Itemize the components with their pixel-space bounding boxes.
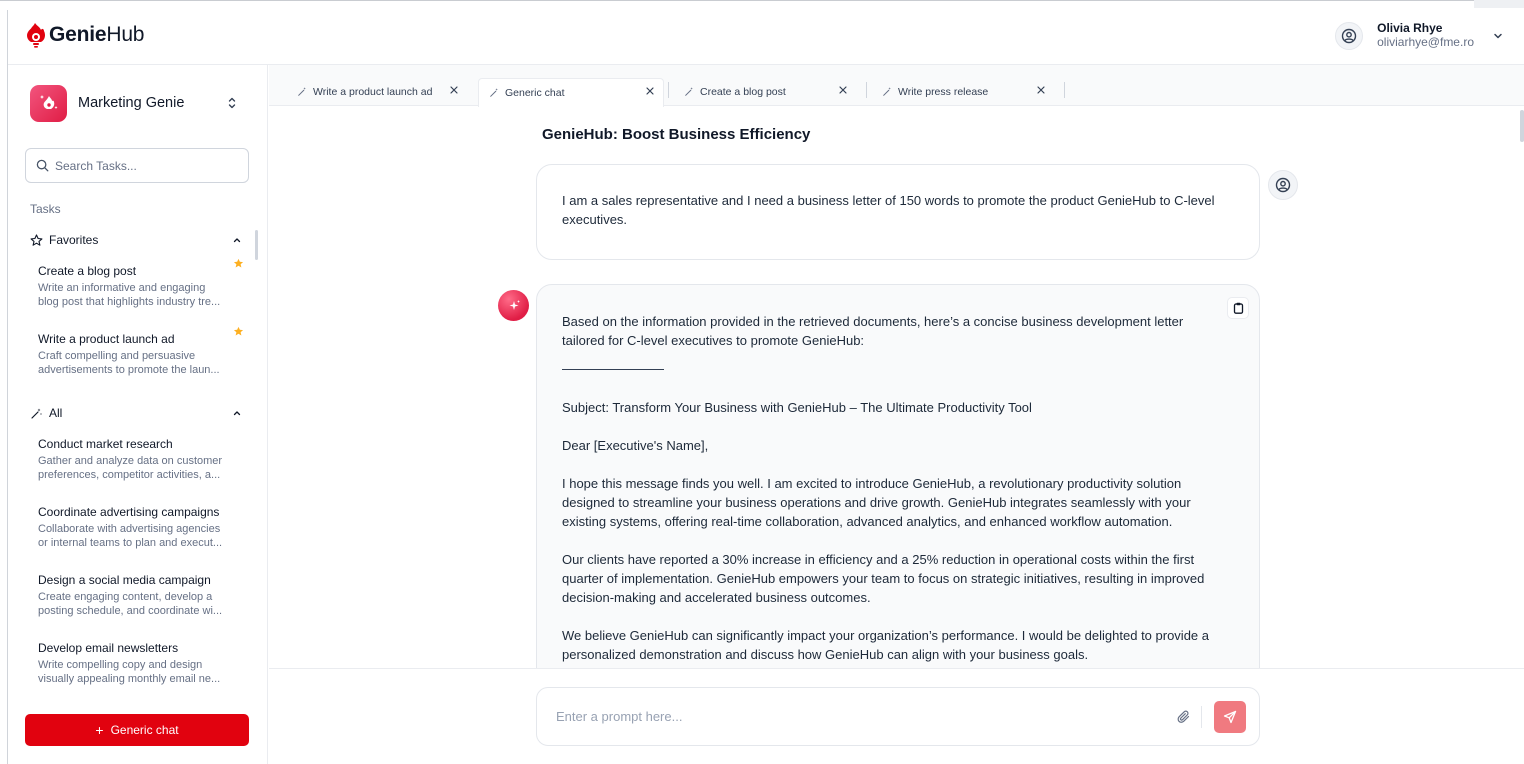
- send-icon: [1223, 710, 1237, 723]
- task-description: Gather and analyze data on customer prefe…: [38, 455, 223, 481]
- magic-wand-icon: [883, 87, 891, 96]
- all-section-toggle[interactable]: All: [30, 405, 242, 421]
- assistant-paragraph: Our clients have reported a 30% increase…: [562, 552, 1205, 605]
- copy-button[interactable]: [1228, 298, 1248, 318]
- divider: [562, 369, 664, 370]
- task-item[interactable]: Develop email newsletters Write compelli…: [38, 641, 240, 686]
- chevron-up-icon: [233, 411, 241, 416]
- new-chat-label: Generic chat: [110, 723, 179, 737]
- plus-icon: +: [95, 722, 104, 738]
- assistant-message-bubble: Based on the information provided in the…: [536, 284, 1260, 684]
- tab-separator: [866, 82, 867, 98]
- task-item[interactable]: Coordinate advertising campaigns Collabo…: [38, 505, 240, 550]
- search-placeholder: Search Tasks...: [55, 158, 137, 173]
- magic-wand-icon: [31, 408, 42, 419]
- paperclip-icon[interactable]: [1177, 710, 1191, 724]
- search-icon: [36, 159, 49, 172]
- genie-flame-icon: [27, 23, 45, 48]
- favorites-section-toggle[interactable]: Favorites: [30, 232, 242, 248]
- search-tasks-input[interactable]: Search Tasks...: [25, 148, 249, 183]
- task-title: Create a blog post: [38, 264, 137, 278]
- user-email: oliviarhye@fme.ro: [1377, 35, 1474, 49]
- user-info: Olivia Rhye oliviarhye@fme.ro: [1377, 21, 1474, 50]
- task-title: Coordinate advertising campaigns: [38, 505, 220, 519]
- task-description: Create engaging content, develop a postin…: [38, 591, 223, 617]
- user-circle-icon: [1341, 28, 1357, 43]
- close-icon[interactable]: [645, 86, 655, 96]
- task-item[interactable]: Conduct market research Gather and analy…: [38, 437, 240, 482]
- sparkle-genie-icon: [39, 95, 57, 109]
- composer-separator: [1201, 705, 1202, 728]
- sidebar: Marketing Genie Search Tasks... Tasks Fa…: [8, 65, 268, 764]
- task-description: Write compelling copy and design visually…: [38, 659, 221, 685]
- user-circle-icon: [1275, 177, 1291, 193]
- close-icon[interactable]: [449, 85, 459, 95]
- star-outline-icon: [30, 233, 43, 246]
- send-button[interactable]: [1214, 700, 1246, 733]
- task-description: Craft compelling and persuasive advertise…: [38, 350, 220, 376]
- new-generic-chat-button[interactable]: + Generic chat: [25, 714, 249, 746]
- task-title: Design a social media campaign: [38, 573, 211, 587]
- genie-name: Marketing Genie: [78, 95, 185, 111]
- chat-title: GenieHub: Boost Business Efficiency: [542, 126, 811, 143]
- app-header: GenieHub Olivia Rhye oliviarhye@fme.ro: [8, 10, 1524, 65]
- magic-wand-icon: [490, 88, 498, 97]
- sparkle-icon: [509, 299, 520, 310]
- tab-label: Write a product launch ad: [313, 86, 433, 98]
- tab-separator: [1064, 82, 1065, 98]
- main-scrollbar[interactable]: [1520, 110, 1524, 142]
- prompt-placeholder: Enter a prompt here...: [556, 709, 683, 724]
- magic-wand-icon: [685, 87, 693, 96]
- user-name: Olivia Rhye: [1377, 21, 1443, 35]
- tab-bar: Write a product launch ad Generic chat C…: [269, 65, 1524, 107]
- user-avatar: [1335, 21, 1364, 50]
- user-menu[interactable]: Olivia Rhye oliviarhye@fme.ro: [1335, 21, 1504, 50]
- prompt-input[interactable]: Enter a prompt here...: [536, 687, 1260, 746]
- task-title: Write a product launch ad: [38, 332, 175, 346]
- chevron-down-icon[interactable]: [1492, 30, 1504, 42]
- window-frame-top: [0, 0, 1524, 10]
- tab-label: Generic chat: [505, 87, 565, 99]
- user-message-bubble: I am a sales representative and I need a…: [536, 164, 1260, 260]
- tab-create-blog-post[interactable]: Create a blog post: [684, 78, 856, 106]
- close-icon[interactable]: [1036, 85, 1046, 95]
- task-description: Write an informative and engaging blog po…: [38, 282, 221, 308]
- tab-generic-chat[interactable]: Generic chat: [478, 78, 664, 107]
- tab-label: Create a blog post: [700, 86, 786, 98]
- assistant-paragraph: We believe GenieHub can significantly im…: [562, 628, 1209, 662]
- assistant-paragraph: I hope this message finds you well. I am…: [562, 476, 1191, 529]
- genie-avatar-icon: [30, 84, 67, 122]
- magic-wand-icon: [298, 87, 306, 96]
- user-message-avatar: [1268, 170, 1298, 200]
- task-title: Develop email newsletters: [38, 641, 179, 655]
- close-icon[interactable]: [838, 85, 848, 95]
- genie-selector[interactable]: Marketing Genie: [30, 84, 238, 122]
- favorites-label: Favorites: [49, 233, 99, 247]
- assistant-paragraph: Subject: Transform Your Business with Ge…: [562, 400, 1032, 415]
- chevron-up-icon: [233, 238, 241, 243]
- task-item-favorite[interactable]: Create a blog post Write an informative …: [38, 258, 244, 309]
- star-filled-icon[interactable]: [233, 326, 244, 337]
- task-title: Conduct market research: [38, 437, 173, 451]
- task-item-favorite[interactable]: Write a product launch ad Craft compelli…: [38, 326, 244, 377]
- star-filled-icon[interactable]: [233, 258, 244, 269]
- chevron-updown-icon: [228, 97, 236, 109]
- task-description: Collaborate with advertising agencies or …: [38, 523, 223, 549]
- assistant-paragraph: Dear [Executive's Name],: [562, 438, 709, 453]
- user-message-text: I am a sales representative and I need a…: [562, 193, 1215, 227]
- assistant-avatar: [498, 290, 529, 321]
- brand-logo[interactable]: GenieHub: [26, 22, 144, 48]
- tab-write-product-launch-ad[interactable]: Write a product launch ad: [297, 78, 467, 106]
- clipboard-icon: [1233, 302, 1243, 314]
- brand-name: GenieHub: [49, 23, 145, 46]
- window-frame-corner: [1474, 0, 1524, 8]
- task-item[interactable]: Design a social media campaign Create en…: [38, 573, 240, 618]
- tab-label: Write press release: [898, 86, 989, 98]
- tab-write-press-release[interactable]: Write press release: [882, 78, 1054, 106]
- all-label: All: [49, 406, 63, 420]
- tab-separator: [668, 82, 669, 98]
- assistant-paragraph: Based on the information provided in the…: [562, 314, 1184, 348]
- tasks-section-label: Tasks: [30, 202, 61, 216]
- sidebar-scrollbar[interactable]: [255, 230, 258, 260]
